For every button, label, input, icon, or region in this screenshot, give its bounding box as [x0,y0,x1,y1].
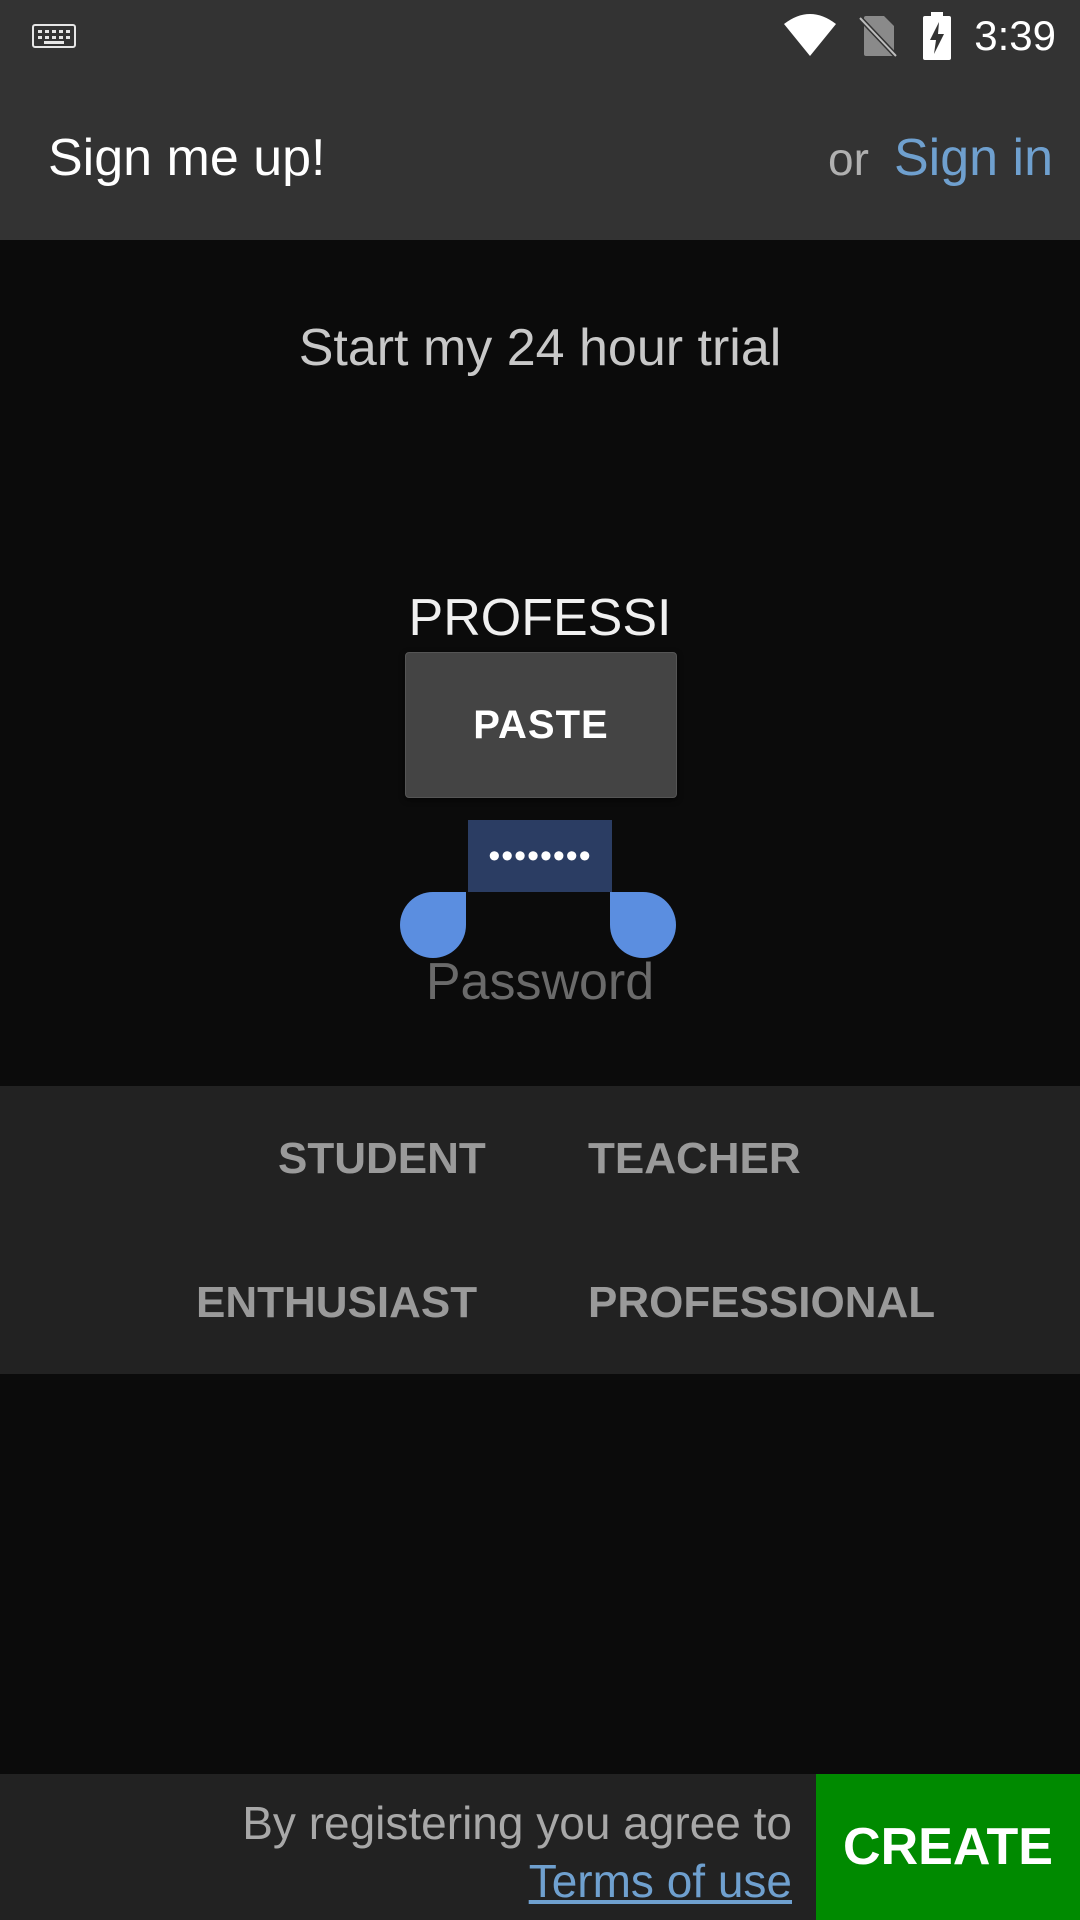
battery-charging-icon [922,12,952,65]
trial-heading: Start my 24 hour trial [298,319,782,377]
role-student[interactable]: STUDENT [278,1134,486,1184]
page-title: Sign me up! [48,129,326,187]
agree-text: By registering you agree to [242,1797,792,1849]
role-selector: STUDENT TEACHER ENTHUSIAST PROFESSIONAL [0,1086,1080,1374]
keyboard-icon [32,24,76,53]
password-selection[interactable]: •••••••• [468,820,612,892]
terms-of-use-link[interactable]: Terms of use [529,1854,792,1908]
role-professional[interactable]: PROFESSIONAL [588,1278,935,1328]
role-teacher[interactable]: TEACHER [588,1134,801,1184]
sign-in-link[interactable]: Sign in [894,128,1053,188]
selection-handle-right[interactable] [610,892,676,958]
status-time: 3:39 [974,12,1056,59]
username-input[interactable]: PROFESSI [0,588,1080,648]
selection-handle-left[interactable] [400,892,466,958]
status-bar: 3:39 [0,0,1080,72]
no-sim-icon [858,14,898,63]
wifi-icon [782,12,838,63]
or-label: or [828,133,869,185]
create-button[interactable]: CREATE [816,1774,1080,1920]
paste-button[interactable]: PASTE [405,652,677,798]
role-enthusiast[interactable]: ENTHUSIAST [196,1278,477,1328]
password-field[interactable]: Password [0,952,1080,1012]
app-bar: Sign me up! or Sign in [0,72,1080,240]
